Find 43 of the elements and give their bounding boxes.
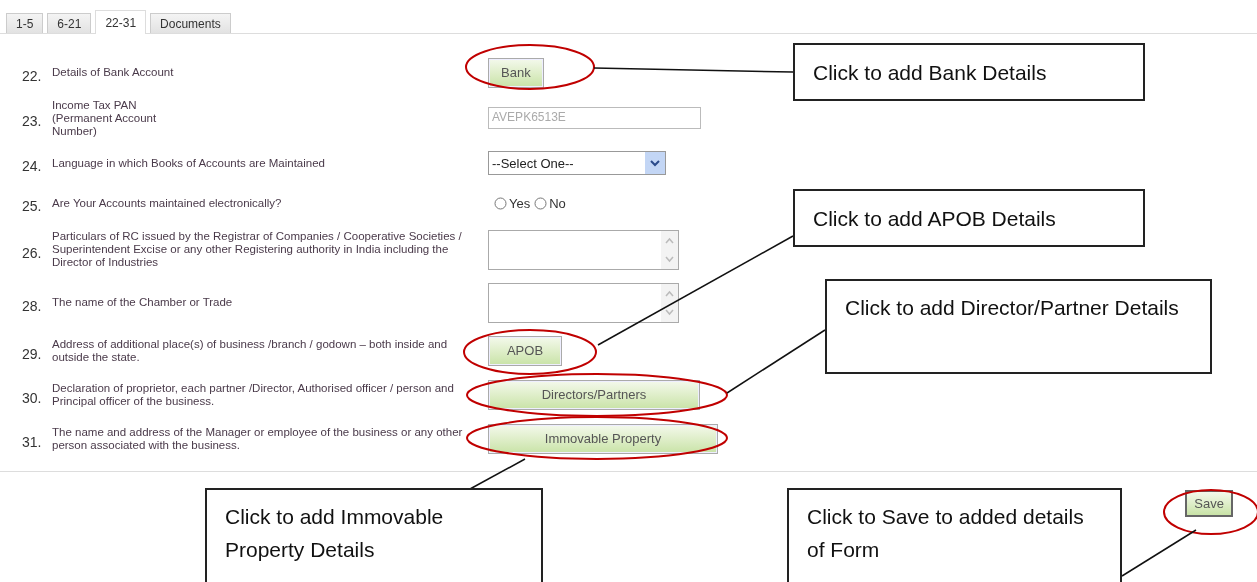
tab[interactable]: 1-5 xyxy=(6,13,44,33)
field-label: Address of additional place(s) of business /branch / godown – both inside and outside the state. xyxy=(52,337,449,364)
tab[interactable]: 6-21 xyxy=(47,13,92,33)
add-button[interactable]: APOB xyxy=(488,335,562,366)
field-label: Declaration of proprietor, each partner /Director, Authorised officer / person and Principal officer of the business. xyxy=(52,381,455,408)
tab[interactable]: Documents xyxy=(150,13,231,33)
item-number: 28. xyxy=(22,296,43,314)
item-number: 29. xyxy=(22,344,43,362)
radio-label: No xyxy=(549,195,566,211)
item-number: 31. xyxy=(22,432,43,450)
add-button[interactable]: Bank xyxy=(488,57,544,88)
item-number: 30. xyxy=(22,388,43,406)
text-area[interactable] xyxy=(488,282,679,323)
select-field[interactable]: --Select One-- xyxy=(488,151,666,175)
radio-button[interactable] xyxy=(494,196,507,210)
leader-line xyxy=(469,458,526,490)
select-value: --Select One-- xyxy=(492,155,574,171)
callout-note: Click to add Immovable Property Details xyxy=(205,488,543,582)
scrollbar-arrows-icon xyxy=(661,283,678,322)
field-label: Language in which Books of Accounts are Maintained xyxy=(52,156,326,170)
item-number: 24. xyxy=(22,157,43,174)
field-label: The name of the Chamber or Trade xyxy=(52,296,234,309)
callout-note: Click to add APOB Details xyxy=(793,189,1145,247)
radio-button[interactable] xyxy=(534,196,548,210)
callout-note: Click to add Bank Details xyxy=(793,43,1145,101)
item-number: 26. xyxy=(22,243,43,261)
text-area[interactable] xyxy=(488,229,679,270)
item-number: 23. xyxy=(22,112,43,129)
field-label: Income Tax PAN (Permanent Account Number) xyxy=(52,98,158,138)
radio-label: Yes xyxy=(509,195,531,211)
item-number: 22. xyxy=(22,66,43,84)
add-button[interactable]: Directors/Partners xyxy=(488,379,700,410)
callout-note: Click to add Director/Partner Details xyxy=(825,279,1212,374)
field-label: The name and address of the Manager or employee of the business or any other person associated with the business. xyxy=(52,425,464,452)
save-button[interactable]: Save xyxy=(1185,490,1233,517)
field-label: Particulars of RC issued by the Registrar of Companies / Cooperative Societies / Superintendent Excise or any other Registering authority in India including the Director of Industries xyxy=(52,230,463,269)
field-label: Are Your Accounts maintained electronically? xyxy=(52,196,283,210)
field-label: Details of Bank Account xyxy=(52,66,175,79)
add-button[interactable]: Immovable Property xyxy=(488,423,718,454)
scrollbar-arrows-icon xyxy=(661,230,678,269)
tab[interactable]: 22-31 xyxy=(95,10,147,34)
callout-note: Click to Save to added details of Form xyxy=(787,488,1122,582)
item-number: 25. xyxy=(22,197,43,214)
